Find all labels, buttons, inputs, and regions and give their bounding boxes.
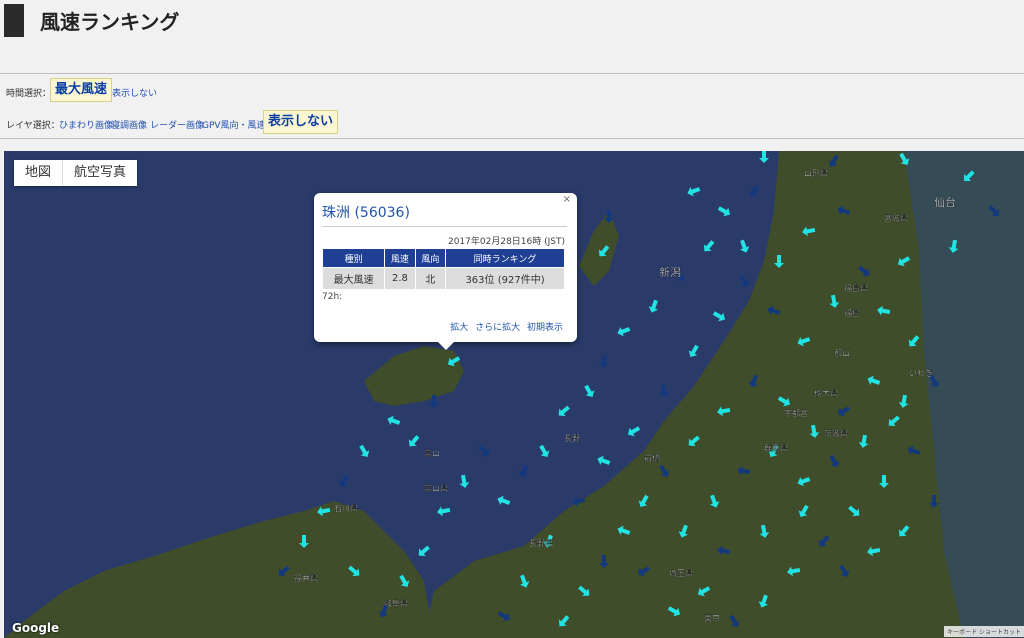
- place-label: 長野: [564, 434, 580, 443]
- zoom-more-link[interactable]: さらに拡大: [475, 323, 520, 333]
- popup-links: 拡大 さらに拡大 初期表示: [446, 320, 563, 333]
- popup-datetime: 2017年02月28日16時 (JST): [447, 237, 565, 247]
- cell-speed: 2.8: [384, 267, 416, 290]
- map-type-satellite-button[interactable]: 航空写真: [63, 160, 137, 186]
- col-speed: 風速: [384, 248, 416, 268]
- col-ranking: 同時ランキング: [445, 248, 565, 268]
- place-label: 群馬県: [764, 443, 788, 453]
- place-label: いわき: [909, 369, 933, 378]
- layer-select-row: レイヤ選択： ひまわり画像 寝調画像 レーダー画像 GPV風向・風速 表示しない: [0, 106, 1024, 139]
- place-label: 仙台: [934, 195, 956, 209]
- place-label: 長野県: [529, 539, 553, 548]
- table-header-row: 種別 風速 風向 同時ランキング: [321, 248, 565, 268]
- place-label: 前橋: [644, 453, 660, 463]
- place-label: 埼玉県: [669, 568, 693, 578]
- time-option-hide[interactable]: 表示しない: [112, 86, 157, 99]
- place-label: 茨城県: [824, 428, 848, 438]
- google-logo: Google: [12, 621, 60, 635]
- place-label: 福島県: [844, 283, 868, 293]
- place-label: 岐阜県: [384, 598, 408, 608]
- place-label: 富山県: [424, 483, 448, 493]
- time-option-max-wind[interactable]: 最大風速: [50, 78, 113, 102]
- zoom-in-link[interactable]: 拡大: [450, 323, 468, 333]
- map-type-map-button[interactable]: 地図: [14, 160, 62, 186]
- layer-option-tone[interactable]: 寝調画像: [111, 118, 147, 131]
- col-direction: 風向: [414, 248, 447, 268]
- place-label: 東京: [704, 613, 720, 623]
- cell-ranking: 363位 (927件中): [445, 267, 565, 290]
- close-icon[interactable]: ×: [563, 194, 571, 205]
- time-select-label: 時間選択：: [6, 89, 52, 99]
- station-popup: × 珠洲 (56036) 2017年02月28日16時 (JST) 種別 風速 …: [314, 193, 577, 350]
- place-label: 福島: [844, 308, 860, 318]
- cell-type: 最大風速: [321, 267, 386, 290]
- popup-pointer: [438, 342, 454, 350]
- layer-select-label: レイヤ選択：: [6, 121, 60, 131]
- place-label: 山形県: [804, 168, 828, 178]
- page-header: 風速ランキング: [0, 0, 1024, 40]
- place-label: 新潟: [659, 265, 681, 279]
- cell-direction: 北: [414, 267, 447, 290]
- reset-view-link[interactable]: 初期表示: [527, 323, 563, 333]
- layer-option-himawari[interactable]: ひまわり画像: [59, 118, 113, 131]
- time-select-row: 時間選択： 最大風速 表示しない: [0, 73, 1024, 107]
- place-label: 富山: [424, 448, 440, 458]
- page-title: 風速ランキング: [40, 10, 180, 34]
- table-row: 最大風速 2.8 北 363位 (927件中): [321, 267, 565, 290]
- layer-option-gpv[interactable]: GPV風向・風速: [202, 118, 266, 131]
- map-type-control: 地図 航空写真: [14, 160, 138, 186]
- keyboard-shortcut-link[interactable]: キーボード ショートカット: [944, 626, 1024, 637]
- place-label: 石川県: [334, 504, 358, 513]
- col-type: 種別: [321, 248, 386, 268]
- layer-option-hide[interactable]: 表示しない: [263, 110, 339, 134]
- place-label: 宇都宮: [784, 408, 808, 418]
- place-label: 郡山: [834, 348, 850, 358]
- h72-label: 72h:: [322, 292, 343, 302]
- place-label: 栃木県: [814, 388, 838, 398]
- popup-divider: [322, 226, 567, 227]
- wind-table: 種別 風速 風向 同時ランキング 最大風速 2.8 北 363位 (927件中): [321, 248, 565, 290]
- popup-title: 珠洲 (56036): [322, 205, 410, 221]
- layer-option-radar[interactable]: レーダー画像: [150, 118, 204, 131]
- place-label: 宮城県: [884, 213, 908, 223]
- header-bar: [4, 4, 24, 37]
- place-label: 福井県: [294, 573, 318, 583]
